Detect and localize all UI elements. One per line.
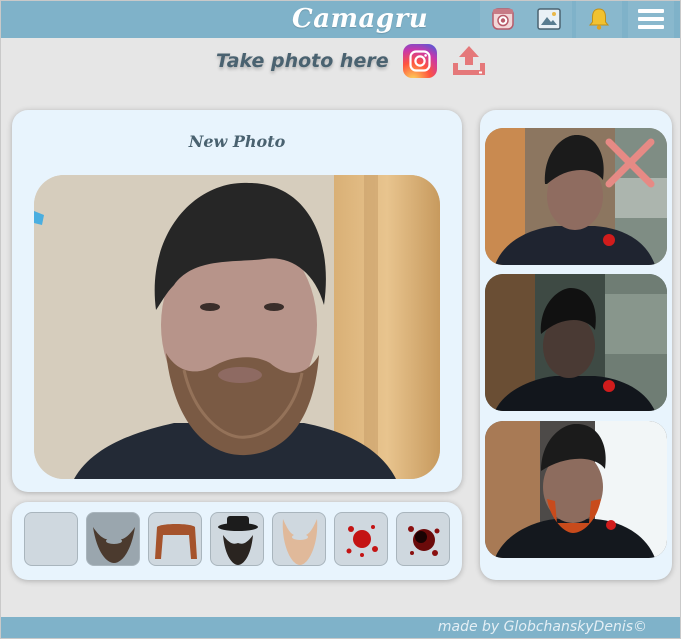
sticker-rabbi-hat-beard[interactable]: [210, 512, 264, 566]
camera-nav-icon: [492, 8, 514, 30]
webcam-preview[interactable]: [34, 175, 440, 479]
gallery-photo-2[interactable]: [485, 274, 667, 411]
menu-hamburger-icon: [638, 9, 664, 29]
gallery-nav-icon: [537, 8, 561, 30]
take-photo-row: Take photo here: [216, 44, 487, 78]
upload-icon[interactable]: [451, 45, 487, 77]
gallery-nav-button[interactable]: [526, 0, 572, 38]
notifications-button[interactable]: [576, 0, 622, 38]
app-logo[interactable]: Camagru: [292, 2, 428, 36]
take-photo-label: Take photo here: [216, 50, 389, 72]
webcam-feed-image: [34, 175, 440, 479]
footer: made by GlobchanskyDenis©: [0, 617, 681, 639]
menu-button[interactable]: [628, 0, 674, 38]
footer-credit: made by GlobchanskyDenis©: [437, 619, 647, 635]
gallery-photo-1[interactable]: [485, 128, 667, 265]
sticker-blond-beard[interactable]: [272, 512, 326, 566]
new-photo-card: New Photo: [12, 110, 462, 492]
sticker-empty[interactable]: [24, 512, 78, 566]
card-title: New Photo: [188, 132, 286, 151]
gallery-photo-3[interactable]: [485, 421, 667, 558]
sticker-dark-beard[interactable]: [86, 512, 140, 566]
sticker-blood-splatter[interactable]: [334, 512, 388, 566]
instagram-camera-icon[interactable]: [402, 44, 437, 78]
gallery-panel: [480, 110, 672, 580]
sticker-dark-blood-splatter[interactable]: [396, 512, 450, 566]
top-header: Camagru: [0, 0, 681, 38]
gallery-photo-3-image: [485, 421, 667, 558]
notifications-bell-icon: [588, 8, 610, 30]
sticker-bar: [12, 502, 462, 580]
sticker-red-mustache[interactable]: [148, 512, 202, 566]
camera-nav-button[interactable]: [480, 0, 526, 38]
delete-x-icon[interactable]: [603, 136, 657, 190]
gallery-photo-2-image: [485, 274, 667, 411]
